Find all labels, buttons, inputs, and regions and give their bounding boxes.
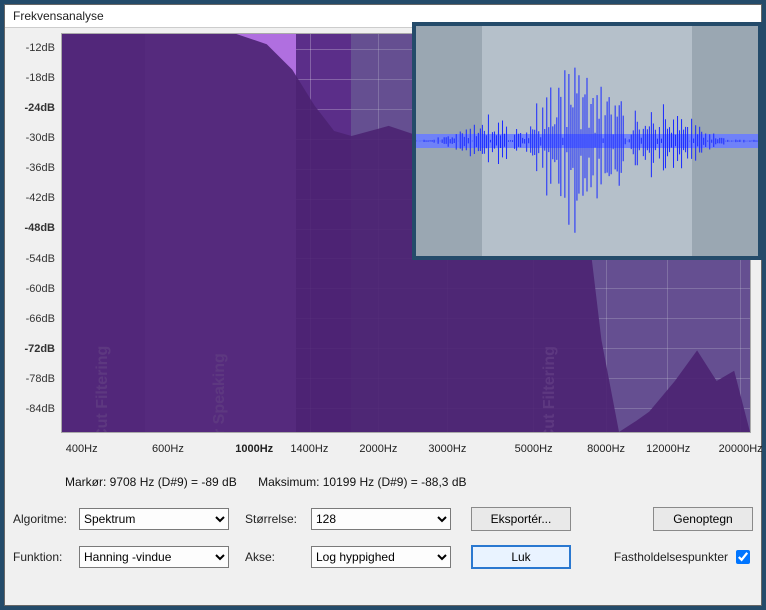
export-button[interactable]: Eksportér... <box>471 507 571 531</box>
pin-checkbox[interactable] <box>736 550 750 564</box>
x-tick: 20000Hz <box>719 443 763 455</box>
x-tick: 3000Hz <box>428 443 466 455</box>
y-tick: -66dB <box>26 313 55 325</box>
function-label: Funktion: <box>13 550 73 564</box>
controls-row-2: Funktion: Hanning -vindue Akse: Log hypp… <box>13 543 753 571</box>
axis-select[interactable]: Log hyppighed <box>311 546 451 568</box>
algorithm-select[interactable]: Spektrum <box>79 508 229 530</box>
y-tick: -84dB <box>26 403 55 415</box>
y-tick: -24dB <box>24 102 55 114</box>
x-tick: 8000Hz <box>587 443 625 455</box>
x-tick: 1400Hz <box>290 443 328 455</box>
y-tick: -54dB <box>26 253 55 265</box>
y-tick: -30dB <box>26 132 55 144</box>
y-tick: -12dB <box>26 42 55 54</box>
waveform-svg <box>416 26 758 256</box>
x-tick: 2000Hz <box>359 443 397 455</box>
redraw-button[interactable]: Genoptegn <box>653 507 753 531</box>
x-tick: 600Hz <box>152 443 184 455</box>
y-tick: -36dB <box>26 162 55 174</box>
x-axis: 400Hz 600Hz 1000Hz 1400Hz 2000Hz 3000Hz 5000Hz… <box>61 435 751 463</box>
y-tick: -60dB <box>26 283 55 295</box>
y-tick: -72dB <box>24 343 55 355</box>
close-button[interactable]: Luk <box>471 545 571 569</box>
cursor-info: Markør: 9708 Hz (D#9) = -89 dB <box>65 475 237 489</box>
size-select[interactable]: 128 <box>311 508 451 530</box>
waveform-inset <box>412 22 762 260</box>
info-line: Markør: 9708 Hz (D#9) = -89 dB Maksimum:… <box>65 475 751 495</box>
function-select[interactable]: Hanning -vindue <box>79 546 229 568</box>
y-tick: -78dB <box>26 373 55 385</box>
y-axis: -12dB -18dB -24dB -30dB -36dB -42dB -48dB -54dB… <box>15 33 59 433</box>
max-info: Maksimum: 10199 Hz (D#9) = -88,3 dB <box>258 475 466 489</box>
x-tick: 400Hz <box>66 443 98 455</box>
controls-row-1: Algoritme: Spektrum Størrelse: 128 Ekspo… <box>13 505 753 533</box>
pin-checkbox-wrap[interactable]: Fastholdelsespunkter <box>614 547 753 567</box>
size-label: Størrelse: <box>245 512 305 526</box>
x-tick: 5000Hz <box>515 443 553 455</box>
axis-label: Akse: <box>245 550 305 564</box>
x-tick: 12000Hz <box>646 443 690 455</box>
pin-label: Fastholdelsespunkter <box>614 550 728 564</box>
x-tick: 1000Hz <box>235 443 273 455</box>
y-tick: -42dB <box>26 192 55 204</box>
y-tick: -18dB <box>26 72 55 84</box>
algorithm-label: Algoritme: <box>13 512 73 526</box>
y-tick: -48dB <box>24 222 55 234</box>
